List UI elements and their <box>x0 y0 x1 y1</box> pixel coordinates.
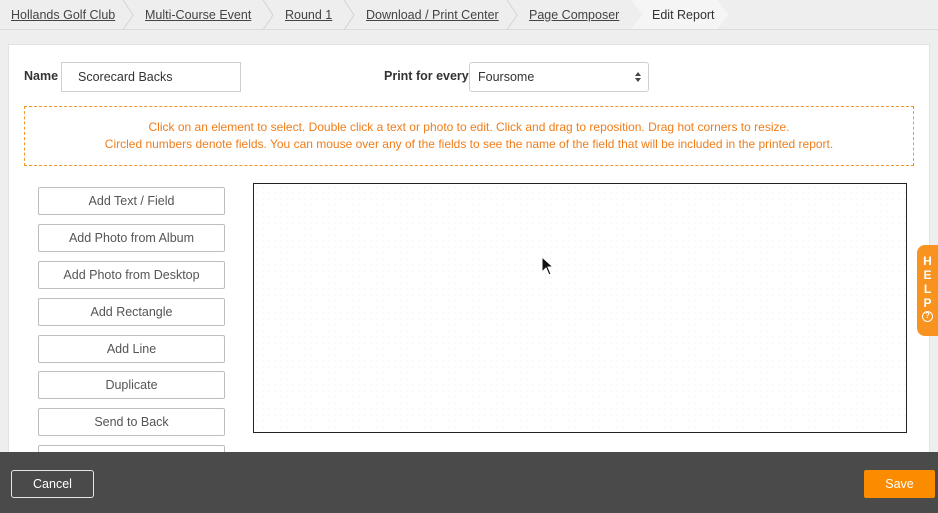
name-input[interactable]: Scorecard Backs <box>61 62 241 92</box>
breadcrumb-label: Hollands Golf Club <box>11 7 116 22</box>
breadcrumb-item-current: Edit Report <box>631 0 729 29</box>
print-for-every-value: Foursome <box>478 70 535 84</box>
breadcrumb-item-page-composer[interactable]: Page Composer <box>518 0 645 29</box>
chevron-right-icon <box>262 0 274 30</box>
add-rectangle-button[interactable]: Add Rectangle <box>38 298 225 326</box>
duplicate-button[interactable]: Duplicate <box>38 371 225 399</box>
instructions-line-1: Click on an element to select. Double cl… <box>148 120 790 134</box>
breadcrumb-label: Edit Report <box>652 7 715 22</box>
cancel-button[interactable]: Cancel <box>11 470 94 498</box>
save-button[interactable]: Save <box>864 470 935 498</box>
print-for-every-select[interactable]: Foursome <box>469 62 649 92</box>
instructions-line-2: Circled numbers denote fields. You can m… <box>104 137 834 151</box>
report-canvas[interactable] <box>253 183 907 433</box>
add-text-field-button[interactable]: Add Text / Field <box>38 187 225 215</box>
breadcrumb-item-club[interactable]: Hollands Golf Club <box>0 0 134 30</box>
chevron-right-icon <box>343 0 355 30</box>
breadcrumb-item-print-center[interactable]: Download / Print Center <box>355 0 518 30</box>
breadcrumb: Hollands Golf Club Multi-Course Event Ro… <box>0 0 938 30</box>
chevron-right-icon <box>122 0 134 30</box>
breadcrumb-label: Download / Print Center <box>366 7 499 22</box>
add-line-button[interactable]: Add Line <box>38 335 225 363</box>
breadcrumb-item-event[interactable]: Multi-Course Event <box>134 0 274 30</box>
help-letter: P <box>923 296 932 310</box>
select-arrows-icon <box>635 72 641 82</box>
print-for-every-label: Print for every <box>384 69 469 83</box>
help-letter: L <box>923 282 932 296</box>
breadcrumb-label: Multi-Course Event <box>145 7 252 22</box>
help-letter: E <box>923 268 932 282</box>
name-label: Name <box>24 69 59 83</box>
breadcrumb-label: Page Composer <box>529 7 620 22</box>
breadcrumb-item-round[interactable]: Round 1 <box>274 0 355 30</box>
help-letter: H <box>923 254 932 268</box>
instructions-box: Click on an element to select. Double cl… <box>24 106 914 166</box>
mouse-cursor-icon <box>541 256 555 276</box>
breadcrumb-label: Round 1 <box>285 7 333 22</box>
add-photo-desktop-button[interactable]: Add Photo from Desktop <box>38 261 225 289</box>
send-to-back-button[interactable]: Send to Back <box>38 408 225 436</box>
footer-bar: Cancel Save <box>0 452 938 513</box>
add-photo-album-button[interactable]: Add Photo from Album <box>38 224 225 252</box>
chevron-right-icon <box>506 0 518 30</box>
help-tab[interactable]: H E L P ? <box>917 245 938 336</box>
question-circle-icon: ? <box>922 311 933 322</box>
